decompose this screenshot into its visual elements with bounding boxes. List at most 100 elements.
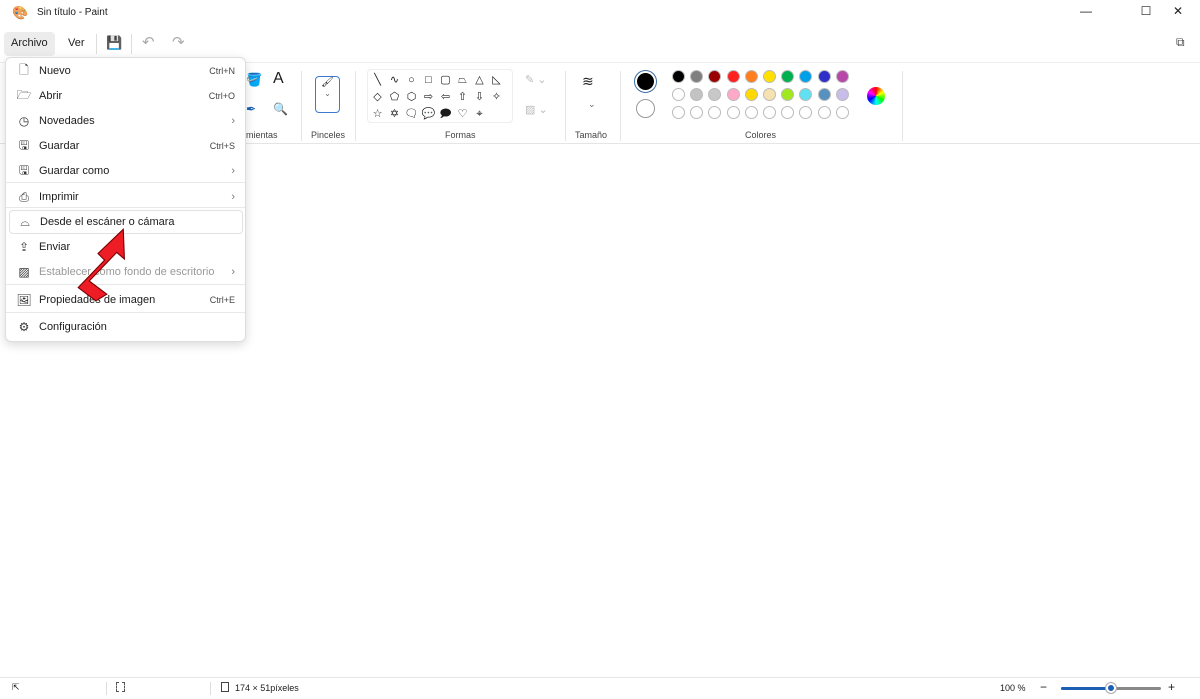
divider (301, 71, 302, 141)
menu-item-novedades[interactable]: ◷ Novedades › (9, 109, 243, 133)
shape-tool[interactable]: ∿ (386, 72, 403, 89)
minimize-button[interactable]: — (1076, 4, 1096, 20)
redo-icon[interactable]: ↷ (172, 33, 185, 51)
color-swatch[interactable] (708, 106, 722, 119)
fill-dropdown[interactable]: ▨ ⌄ (525, 103, 548, 116)
shape-tool[interactable]: ⬠ (386, 89, 403, 106)
divider (106, 682, 107, 695)
chevron-right-icon: › (231, 266, 235, 278)
shape-tool[interactable]: ✧ (488, 89, 505, 106)
outline-dropdown[interactable]: ✎ ⌄ (525, 73, 547, 86)
maximize-button[interactable]: ☐ (1136, 4, 1156, 20)
shape-tool[interactable]: ✡ (386, 106, 403, 123)
color-swatch[interactable] (781, 70, 795, 83)
color-swatch[interactable] (672, 70, 685, 83)
color-swatch[interactable] (781, 88, 795, 101)
color-swatch[interactable] (817, 88, 831, 101)
color-swatch[interactable] (708, 70, 722, 83)
text-icon[interactable]: A (273, 70, 284, 88)
shape-tool[interactable]: ⇨ (420, 89, 437, 106)
shape-tool[interactable]: ♡ (454, 106, 471, 123)
group-label-herramientas: mientas (246, 130, 278, 140)
shape-tool[interactable]: ╲ (369, 72, 386, 89)
shape-tool[interactable]: ⇦ (437, 89, 454, 106)
color-swatch[interactable] (835, 88, 849, 101)
color-swatch[interactable] (763, 88, 776, 101)
shape-tool[interactable]: ◺ (488, 72, 505, 89)
edit-colors-icon[interactable] (867, 87, 885, 105)
shape-tool[interactable]: ⬡ (403, 89, 420, 106)
save-icon[interactable]: 💾 (106, 35, 122, 51)
color-swatch[interactable] (763, 70, 776, 83)
shape-tool[interactable]: 💬 (420, 106, 437, 123)
color-swatch[interactable] (708, 88, 722, 101)
primary-color[interactable] (634, 70, 657, 93)
color-swatch[interactable] (744, 88, 758, 101)
menu-item-guardar[interactable]: 🖫 Guardar como › (9, 159, 243, 183)
shape-tool[interactable]: ⏢ (454, 72, 471, 89)
menu-item-imprimir[interactable]: ⎙ Imprimir › (9, 185, 243, 209)
canvas-size: 174 × 51píxeles (235, 683, 299, 693)
shape-tool[interactable]: △ (471, 72, 488, 89)
fill-icon[interactable]: 🪣 (246, 72, 262, 88)
color-swatch[interactable] (690, 70, 704, 83)
color-swatch[interactable] (799, 88, 813, 101)
shape-tool[interactable]: 🗩 (437, 106, 454, 123)
canvas-size-icon (221, 682, 229, 692)
group-label-tamano: Tamaño (575, 130, 608, 140)
close-button[interactable]: ✕ (1168, 4, 1188, 20)
zoom-out-button[interactable]: − (1040, 680, 1047, 694)
color-swatch[interactable] (763, 106, 776, 119)
color-swatch[interactable] (744, 106, 758, 119)
menu-item-guardar[interactable]: 🖫 Guardar Ctrl+S (9, 134, 243, 158)
zoom-tool-icon[interactable]: 🔍 (273, 102, 288, 116)
color-swatch[interactable] (781, 106, 795, 119)
shape-tool[interactable]: ⇩ (471, 89, 488, 106)
zoom-in-button[interactable]: + (1168, 680, 1175, 694)
shape-tool[interactable]: ○ (403, 72, 420, 89)
color-swatch[interactable] (835, 70, 849, 83)
divider (620, 71, 621, 141)
color-swatch[interactable] (726, 88, 740, 101)
menu-item-nuevo[interactable]: 🗋 Nuevo Ctrl+N (9, 59, 243, 83)
shape-tool[interactable]: □ (420, 72, 437, 89)
color-swatch[interactable] (799, 70, 813, 83)
color-swatch[interactable] (744, 70, 758, 83)
chevron-down-icon[interactable]: ⌄ (588, 99, 596, 110)
color-swatch[interactable] (726, 106, 740, 119)
color-swatch[interactable] (835, 106, 849, 119)
color-swatch[interactable] (672, 106, 685, 119)
zoom-slider-fill (1061, 687, 1111, 690)
color-swatch[interactable] (672, 88, 685, 101)
color-swatch[interactable] (799, 106, 813, 119)
menu-archivo[interactable]: Archivo (4, 32, 55, 56)
menu-item-configuración[interactable]: ⚙ Configuración (9, 315, 243, 339)
shape-tool[interactable]: ▢ (437, 72, 454, 89)
shape-tool[interactable]: ◇ (369, 89, 386, 106)
shape-tool[interactable]: 🗨 (403, 106, 420, 123)
color-swatch[interactable] (817, 106, 831, 119)
color-swatch[interactable] (690, 106, 704, 119)
shape-tool[interactable]: ⌖ (471, 106, 488, 123)
menu-item-label: Novedades (39, 115, 95, 127)
color-swatch[interactable] (726, 70, 740, 83)
menu-item-label: Imprimir (39, 191, 79, 203)
menu-ver[interactable]: Ver (61, 32, 92, 56)
layers-icon[interactable]: ⧉ (1176, 35, 1185, 50)
menu-item-shortcut: Ctrl+N (209, 66, 235, 76)
title-bar: 🎨 Sin título - Paint — ☐ ✕ (0, 0, 1200, 26)
color-swatch[interactable] (690, 88, 704, 101)
undo-icon[interactable]: ↶ (142, 33, 155, 51)
zoom-slider-thumb[interactable] (1106, 683, 1116, 693)
menu-item-abrir[interactable]: 🗁 Abrir Ctrl+O (9, 84, 243, 108)
shape-tool[interactable]: ☆ (369, 106, 386, 123)
color-swatch[interactable] (817, 70, 831, 83)
zoom-slider[interactable] (1061, 683, 1161, 693)
brushes-button[interactable]: 🖌 ⌄ (315, 76, 340, 113)
cursor-position-icon: ⇱ (12, 682, 20, 692)
stroke-size-icon[interactable]: ≋ (582, 74, 594, 88)
secondary-color[interactable] (636, 99, 655, 118)
color-picker-icon[interactable]: ✒ (246, 102, 256, 116)
shape-tool[interactable]: ⇧ (454, 89, 471, 106)
red-arrow-shape (77, 228, 125, 302)
